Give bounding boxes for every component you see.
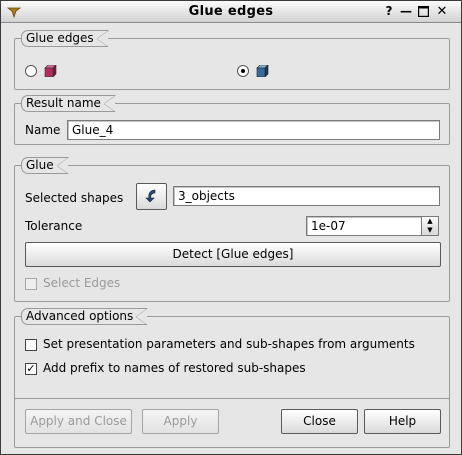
advanced-options-group: Advanced options Set presentation parame… [14,308,450,408]
selected-shapes-label: Selected shapes [25,191,124,205]
glue-edges-group-title: Glue edges [21,30,109,47]
selected-shapes-input[interactable]: 3_objects [173,186,440,206]
spin-down-icon[interactable]: ▼ [422,226,438,235]
select-edges-label: Select Edges [43,276,121,290]
select-shapes-button[interactable] [136,183,167,210]
close-button[interactable]: Close [281,409,358,434]
help-titlebar-icon[interactable]: ? [382,4,396,19]
glue-edges-cube-icon [256,65,269,77]
help-button[interactable]: Help [364,409,441,434]
glue-edges-group: Glue edges [14,30,450,90]
tolerance-label: Tolerance [25,219,83,233]
button-bar: Apply and Close Apply Close Help [14,398,450,448]
apply-button[interactable]: Apply [142,409,219,434]
glue-faces-radio[interactable] [25,65,37,77]
tolerance-spinbox[interactable]: 1e-07 [306,216,422,236]
result-name-group-title: Result name [21,95,116,112]
detect-glue-edges-button[interactable]: Detect [Glue edges] [25,242,441,267]
minimize-icon[interactable]: — [399,4,413,19]
glue-edges-radio[interactable] [237,65,249,77]
title-bar[interactable]: Glue edges ? — ✕ [1,1,461,23]
selection-arrow-icon [144,189,155,203]
name-input[interactable]: Glue_4 [67,120,440,140]
close-window-icon[interactable]: ✕ [435,4,449,19]
dialog-window: Glue edges ? — ✕ Glue edges Result name … [0,0,462,455]
set-presentation-label: Set presentation parameters and sub-shap… [43,337,415,351]
tolerance-spin-buttons[interactable]: ▲ ▼ [421,216,439,236]
advanced-options-group-title: Advanced options [21,308,149,325]
select-edges-checkbox[interactable] [25,278,37,290]
dialog-body: Glue edges Result name Name Glue_4 Glue … [2,24,460,454]
set-presentation-checkbox[interactable] [25,339,37,351]
name-label: Name [25,123,61,137]
apply-and-close-button[interactable]: Apply and Close [25,409,132,434]
add-prefix-checkbox[interactable]: ✓ [25,363,37,375]
add-prefix-label: Add prefix to names of restored sub-shap… [43,361,306,375]
maximize-icon[interactable] [416,4,430,19]
result-name-group: Result name Name Glue_4 [14,95,450,145]
glue-group: Glue Selected shapes 3_objects Tolerance… [14,157,450,302]
spin-up-icon[interactable]: ▲ [422,217,438,226]
glue-faces-cube-icon [44,65,57,77]
glue-group-title: Glue [21,157,69,174]
